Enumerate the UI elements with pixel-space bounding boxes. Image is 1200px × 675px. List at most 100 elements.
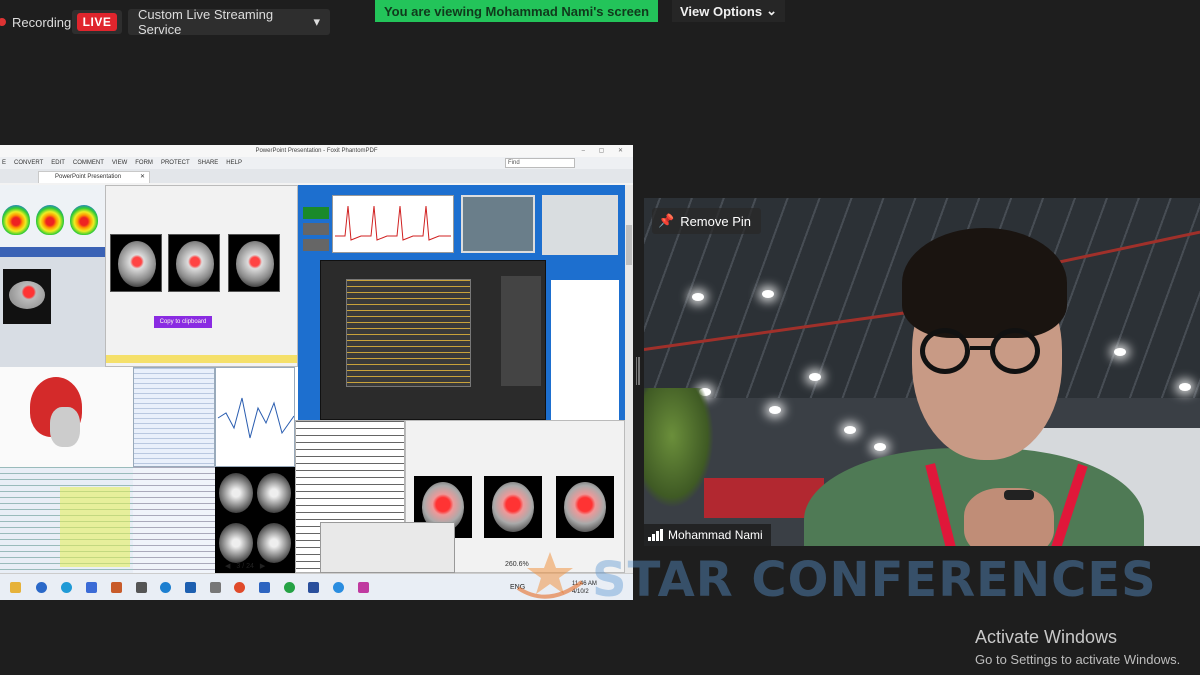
app-title-bar: PowerPoint Presentation - Foxit PhantomP…	[0, 145, 633, 157]
ecg-plot	[332, 195, 454, 253]
white-side-panel	[551, 280, 619, 420]
mri-viewer-window: Copy to clipboard	[105, 185, 298, 367]
copy-clipboard-button[interactable]: Copy to clipboard	[154, 316, 212, 328]
star-logo-icon	[516, 552, 584, 599]
remove-pin-button[interactable]: 📌 Remove Pin	[652, 208, 761, 234]
find-placeholder: Find	[508, 160, 520, 166]
mri-slice-image	[257, 473, 291, 513]
topomap-head	[36, 205, 64, 235]
browser-icon[interactable]	[160, 582, 171, 593]
mri-slice-image	[168, 234, 220, 292]
mri-grid-images	[215, 467, 295, 573]
control-buttons	[303, 207, 329, 261]
view-options-label: View Options	[679, 3, 763, 19]
waveform-trace	[217, 397, 294, 439]
webcam-view-1	[461, 195, 535, 253]
next-page-icon[interactable]: ▶	[260, 562, 265, 570]
menu-item-share[interactable]: SHARE	[198, 160, 219, 166]
zoom-app-icon[interactable]	[308, 582, 319, 593]
window-controls-icon[interactable]: – ▢ ✕	[582, 145, 629, 157]
edge-icon[interactable]	[61, 582, 72, 593]
channel-plot	[346, 279, 471, 387]
view-options-button[interactable]: View Options ⌄	[672, 0, 785, 22]
menu-item-view[interactable]: VIEW	[112, 160, 127, 166]
mri-slice-image	[484, 476, 542, 538]
streaming-service-label: Custom Live Streaming Service	[138, 7, 274, 37]
page-navigation: ◀ 3 / 24 ▶	[225, 560, 335, 572]
streaming-service-dropdown[interactable]: Custom Live Streaming Service ▾	[128, 7, 330, 37]
mri-slice-image	[228, 234, 280, 292]
mannequin-face	[50, 407, 80, 447]
menu-item-help[interactable]: HELP	[226, 160, 242, 166]
camera-icon[interactable]	[136, 582, 147, 593]
chevron-down-icon: ⌄	[766, 3, 777, 18]
viewing-screen-banner: You are viewing Mohammad Nami's screen	[375, 0, 658, 22]
mri-slice-image	[219, 473, 253, 513]
mri-slice-image	[110, 234, 162, 292]
recording-dot-icon	[0, 18, 6, 26]
app-window-title: PowerPoint Presentation - Foxit PhantomP…	[255, 148, 378, 154]
status-strip	[106, 355, 297, 363]
chrome-icon[interactable]	[234, 582, 245, 593]
recording-indicator[interactable]: Recording	[0, 10, 71, 34]
viewing-screen-label: You are viewing Mohammad Nami's screen	[383, 3, 650, 19]
activate-windows-subtitle: Go to Settings to activate Windows.	[975, 652, 1181, 667]
mri-slice-image	[556, 476, 614, 538]
pause-button[interactable]	[303, 223, 329, 235]
spectral-table	[133, 367, 215, 467]
shared-screen[interactable]: PowerPoint Presentation - Foxit PhantomP…	[0, 145, 633, 600]
page-indicator[interactable]: 3 / 24	[236, 563, 254, 570]
first-page-icon[interactable]: ◀	[225, 562, 230, 570]
spreadsheet-table	[0, 467, 133, 573]
tab-label: PowerPoint Presentation	[55, 174, 122, 180]
brain-3d-image	[3, 269, 51, 324]
app-icon[interactable]	[358, 582, 369, 593]
app-side-controls	[501, 276, 541, 386]
tab-powerpoint-presentation[interactable]: PowerPoint Presentation ✕	[38, 171, 150, 183]
app-icon[interactable]	[210, 582, 221, 593]
vertical-scrollbar[interactable]	[625, 185, 633, 573]
whatsapp-icon[interactable]	[284, 582, 295, 593]
mri-slice-image	[257, 523, 291, 563]
stop-button[interactable]	[303, 239, 329, 251]
pin-icon: 📌	[658, 213, 675, 228]
file-explorer-icon[interactable]	[10, 582, 21, 593]
eeg-topomap-panel	[0, 185, 105, 247]
mail-icon[interactable]	[86, 582, 97, 593]
topomap-head	[70, 205, 98, 235]
menu-item-form[interactable]: FORM	[135, 160, 153, 166]
dark-recording-app	[320, 260, 546, 420]
activate-windows-title: Activate Windows	[975, 627, 1118, 647]
software-title-bar	[0, 247, 105, 257]
eeg-cap-image	[0, 367, 133, 467]
outlook-icon[interactable]	[185, 582, 196, 593]
menu-item-e[interactable]: E	[2, 160, 6, 166]
app-icon[interactable]	[36, 582, 47, 593]
menu-item-edit[interactable]: EDIT	[51, 160, 65, 166]
speaker-hair	[902, 228, 1067, 338]
spreadsheet-table-2	[133, 467, 215, 573]
glasses-bridge	[970, 346, 992, 350]
participant-video-tile[interactable]: 📌 Remove Pin Mohammad Nami	[644, 198, 1200, 546]
word-icon[interactable]	[259, 582, 270, 593]
webcam-view-2	[542, 195, 618, 255]
start-button[interactable]	[303, 207, 329, 219]
app-icon[interactable]	[333, 582, 344, 593]
app-icon[interactable]	[111, 582, 122, 593]
slide-content: Copy to clipboard	[0, 185, 625, 573]
glasses-lens	[990, 328, 1040, 374]
glasses-lens	[920, 328, 970, 374]
live-badge[interactable]: LIVE	[72, 10, 122, 34]
scroll-thumb[interactable]	[626, 225, 632, 265]
find-input[interactable]: Find	[505, 158, 575, 168]
tab-close-icon[interactable]: ✕	[140, 172, 145, 183]
signal-strength-icon	[648, 529, 663, 541]
ecg-trace	[335, 205, 451, 241]
star-conferences-watermark: STAR CONFERENCES	[592, 552, 1157, 608]
topomap-head	[2, 205, 30, 235]
menu-item-protect[interactable]: PROTECT	[161, 160, 190, 166]
menu-item-comment[interactable]: COMMENT	[73, 160, 104, 166]
menu-item-convert[interactable]: CONVERT	[14, 160, 43, 166]
split-resize-handle[interactable]	[636, 357, 641, 385]
mri-slice-image	[219, 523, 253, 563]
